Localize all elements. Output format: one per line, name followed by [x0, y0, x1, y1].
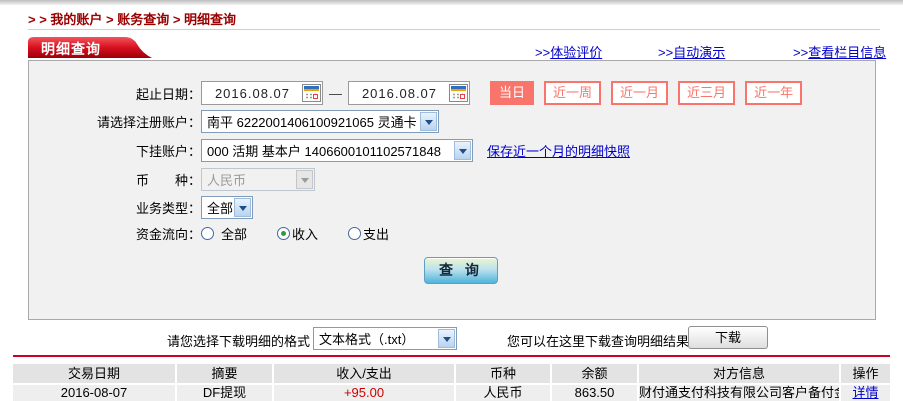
chevron-down-icon[interactable]	[234, 198, 251, 217]
link-auto-demo[interactable]: >>自动演示	[658, 42, 725, 61]
header-trade-date: 交易日期	[13, 364, 175, 383]
quick-range-week-button[interactable]: 近一周	[544, 81, 602, 105]
download-format-value: 文本格式（.txt）	[319, 332, 415, 347]
cell-trade-date: 2016-08-07	[13, 385, 175, 401]
calendar-icon-today-mark	[313, 94, 318, 99]
top-divider-bar	[0, 0, 903, 5]
register-account-label: 请选择注册账户：	[96, 115, 201, 130]
save-snapshot-link[interactable]: 保存近一个月的明细快照	[487, 141, 630, 160]
header-balance: 余额	[552, 364, 637, 383]
link-prefix: >>	[535, 45, 551, 60]
quick-range-year-button[interactable]: 近一年	[745, 81, 803, 105]
date-to-input[interactable]: 2016.08.07	[348, 81, 470, 105]
fund-flow-label: 资金流向：	[135, 226, 201, 242]
download-format-select[interactable]: 文本格式（.txt）	[313, 327, 457, 350]
register-account-select[interactable]: 南平 6222001406100921065 灵通卡	[201, 110, 439, 133]
radio-flow-expense[interactable]	[348, 226, 362, 240]
date-range-dash: —	[329, 85, 342, 101]
link-label[interactable]: 自动演示	[673, 45, 725, 60]
radio-flow-all-label[interactable]: 全部	[221, 224, 247, 243]
date-to-value[interactable]: 2016.08.07	[350, 86, 449, 101]
detail-query-page: > > 我的账户 > 账务查询 > 明细查询 明细查询 >>体验评价 >>自动演…	[0, 0, 903, 401]
chevron-down-icon[interactable]	[420, 112, 437, 131]
calendar-icon[interactable]	[302, 84, 321, 102]
calendar-icon-today-mark	[460, 94, 465, 99]
cell-currency: 人民币	[456, 385, 550, 401]
currency-value: 人民币	[207, 173, 247, 188]
sub-account-value: 000 活期 基本户 1406600101102571848	[207, 144, 441, 159]
date-range-label: 起止日期：	[135, 86, 201, 102]
page-title: 明细查询	[41, 41, 101, 57]
breadcrumb-divider	[28, 29, 880, 30]
header-income-expense: 收入/支出	[274, 364, 454, 383]
quick-range-3months-button[interactable]: 近三月	[678, 81, 736, 105]
tab-detail-query: 明细查询	[28, 37, 152, 58]
results-table: 交易日期 摘要 收入/支出 币种 余额 对方信息 操作 2016-08-07 D…	[13, 364, 890, 401]
radio-flow-expense-label[interactable]: 支出	[363, 224, 389, 243]
chevron-down-icon[interactable]	[438, 329, 455, 348]
header-currency: 币种	[456, 364, 550, 383]
query-button[interactable]: 查 询	[424, 257, 498, 284]
biz-type-value: 全部	[207, 201, 233, 216]
register-account-value: 南平 6222001406100921065 灵通卡	[207, 115, 417, 130]
date-from-input[interactable]: 2016.08.07	[201, 81, 323, 105]
download-hint: 您可以在这里下载查询明细结果	[507, 334, 690, 349]
link-experience-review[interactable]: >>体验评价	[535, 42, 602, 61]
cell-summary: DF提现	[177, 385, 272, 401]
header-action: 操作	[841, 364, 890, 383]
cell-balance: 863.50	[552, 385, 637, 401]
header-counterparty: 对方信息	[639, 364, 839, 383]
header-summary: 摘要	[177, 364, 272, 383]
currency-select-disabled: 人民币	[201, 168, 315, 191]
chevron-down-icon[interactable]	[454, 141, 471, 160]
calendar-icon-bar2	[451, 89, 466, 91]
link-view-column-info[interactable]: >>查看栏目信息	[793, 42, 886, 61]
chevron-down-icon	[296, 170, 313, 189]
cell-counterparty: 财付通支付科技有限公司客户备付金	[639, 385, 839, 401]
breadcrumb[interactable]: > > 我的账户 > 账务查询 > 明细查询	[28, 9, 236, 28]
detail-link[interactable]: 详情	[852, 385, 878, 400]
link-prefix: >>	[658, 45, 674, 60]
sub-account-label: 下挂账户：	[135, 144, 201, 159]
download-button[interactable]: 下载	[688, 326, 768, 349]
date-from-value[interactable]: 2016.08.07	[203, 86, 302, 101]
query-form-panel: 起止日期： 2016.08.07 — 2016.08.07 当日 近一周 近一月…	[28, 60, 876, 320]
sub-account-select[interactable]: 000 活期 基本户 1406600101102571848	[201, 139, 473, 162]
radio-flow-income[interactable]	[277, 226, 291, 240]
biz-type-label: 业务类型：	[135, 201, 201, 216]
radio-flow-income-label[interactable]: 收入	[292, 224, 318, 243]
table-top-accent-line	[13, 355, 890, 357]
cell-amount: +95.00	[274, 385, 454, 401]
table-header-row: 交易日期 摘要 收入/支出 币种 余额 对方信息 操作	[13, 364, 890, 383]
link-label[interactable]: 体验评价	[550, 45, 602, 60]
calendar-icon-bar2	[304, 89, 319, 91]
link-prefix: >>	[793, 45, 809, 60]
quick-range-month-button[interactable]: 近一月	[611, 81, 669, 105]
table-row: 2016-08-07 DF提现 +95.00 人民币 863.50 财付通支付科…	[13, 385, 890, 401]
radio-flow-all[interactable]	[201, 226, 214, 240]
link-label[interactable]: 查看栏目信息	[808, 45, 886, 60]
quick-range-today-button[interactable]: 当日	[490, 81, 535, 105]
biz-type-select[interactable]: 全部	[201, 196, 253, 219]
currency-label: 币 种：	[135, 173, 201, 188]
calendar-icon[interactable]	[449, 84, 468, 102]
download-format-label: 请您选择下载明细的格式	[166, 334, 310, 349]
